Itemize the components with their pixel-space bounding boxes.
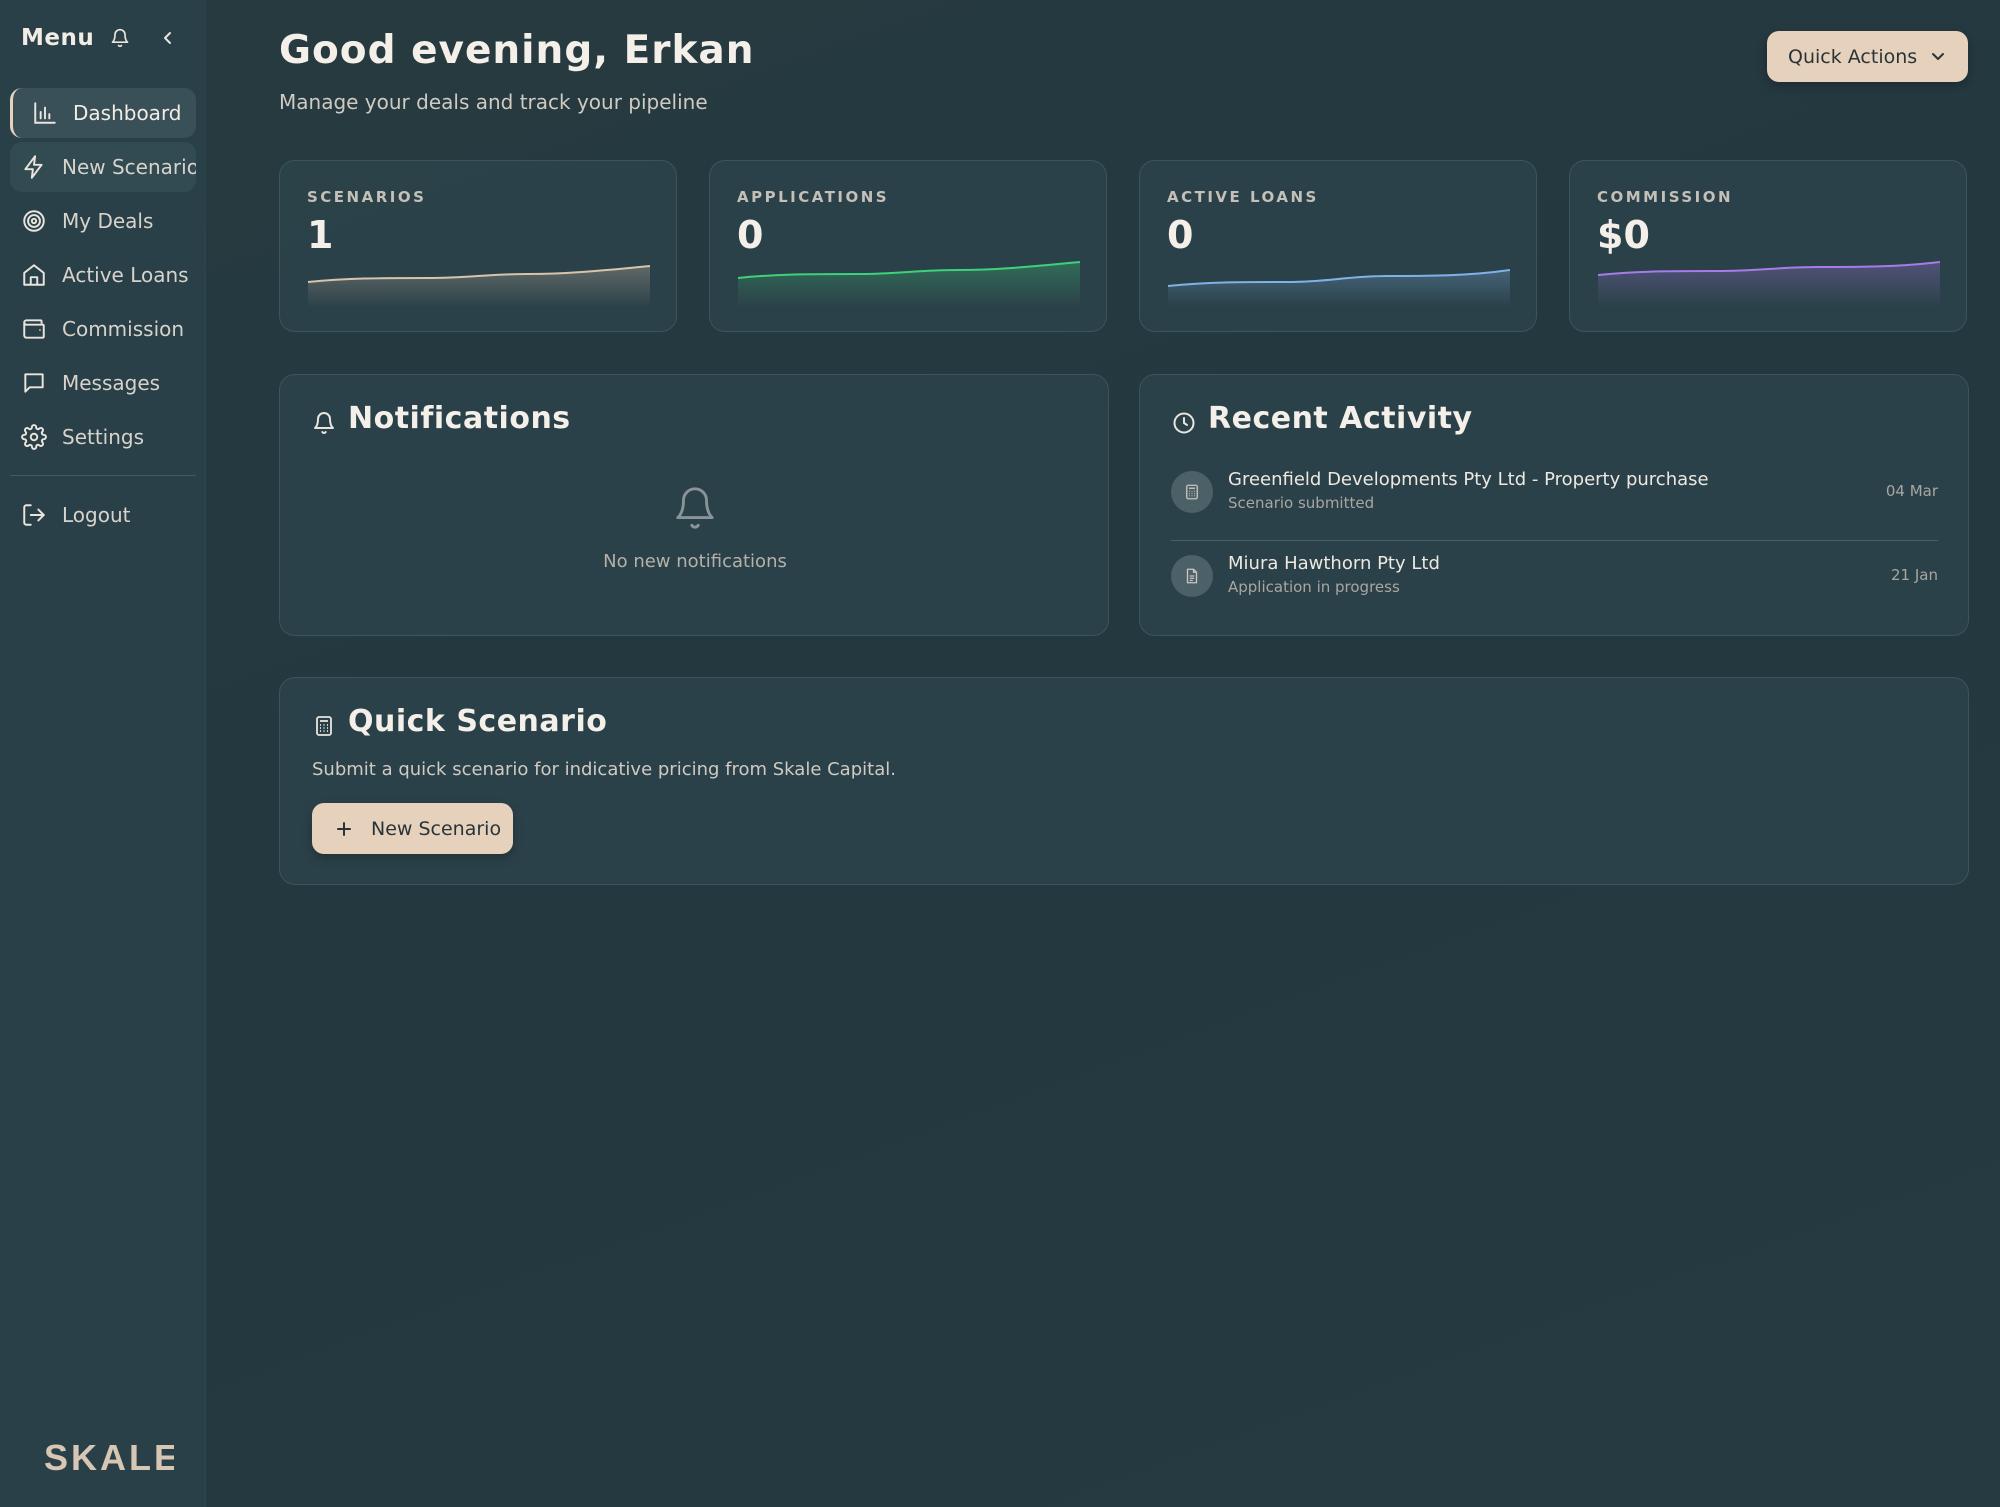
sidebar-item-settings[interactable]: Settings <box>10 412 196 462</box>
collapse-chevron-icon[interactable] <box>160 27 176 49</box>
plus-icon <box>335 820 353 838</box>
quick-scenario-panel: Quick Scenario Submit a quick scenario f… <box>279 677 1969 885</box>
sidebar-item-label: Commission <box>62 317 185 341</box>
page-title: Good evening, Erkan <box>279 28 755 73</box>
quick-scenario-title: Quick Scenario <box>348 704 608 739</box>
lightning-icon <box>21 154 47 180</box>
new-scenario-button[interactable]: New Scenario <box>312 803 513 854</box>
stat-value: 0 <box>1167 213 1194 257</box>
sidebar-item-my-deals[interactable]: My Deals <box>10 196 196 246</box>
logout-button[interactable]: Logout <box>10 490 196 540</box>
sidebar-item-messages[interactable]: Messages <box>10 358 196 408</box>
activity-item[interactable]: Miura Hawthorn Pty Ltd Application in pr… <box>1171 549 1938 615</box>
calculator-icon <box>312 714 336 738</box>
sparkline <box>1168 269 1510 307</box>
svg-text:SKALE: SKALE <box>44 1437 174 1478</box>
sidebar-nav: Dashboard New Scenario My Deals Active L… <box>10 88 196 544</box>
quick-scenario-description: Submit a quick scenario for indicative p… <box>312 759 896 780</box>
empty-bell-icon <box>672 483 718 533</box>
sidebar-header: Menu <box>21 22 181 54</box>
stat-card-commission[interactable]: COMMISSION $0 <box>1569 160 1967 332</box>
stat-value: 0 <box>737 213 764 257</box>
recent-activity-panel: Recent Activity Greenfield Developments … <box>1139 374 1969 636</box>
stat-label: APPLICATIONS <box>737 188 890 206</box>
bar-chart-icon <box>32 100 58 126</box>
gear-icon <box>21 424 47 450</box>
sidebar-item-active-loans[interactable]: Active Loans <box>10 250 196 300</box>
activity-date: 04 Mar <box>1885 482 1938 500</box>
stat-label: COMMISSION <box>1597 188 1734 206</box>
sidebar-item-label: My Deals <box>62 209 154 233</box>
clock-icon <box>1172 411 1196 435</box>
logout-icon <box>21 502 47 528</box>
message-icon <box>21 370 47 396</box>
quick-actions-button[interactable]: Quick Actions <box>1767 31 1968 82</box>
stat-card-active-loans[interactable]: ACTIVE LOANS 0 <box>1139 160 1537 332</box>
stat-card-applications[interactable]: APPLICATIONS 0 <box>709 160 1107 332</box>
page-subtitle: Manage your deals and track your pipelin… <box>279 90 708 114</box>
skale-logo: SKALE <box>44 1437 178 1479</box>
document-icon <box>1171 555 1213 597</box>
stat-label: SCENARIOS <box>307 188 427 206</box>
sidebar-item-dashboard[interactable]: Dashboard <box>10 88 196 138</box>
stat-value: $0 <box>1597 213 1650 257</box>
stat-label: ACTIVE LOANS <box>1167 188 1319 206</box>
activity-date: 21 Jan <box>1891 566 1938 584</box>
chevron-down-icon <box>1930 48 1946 64</box>
sidebar-item-label: Active Loans <box>62 263 189 287</box>
wallet-icon <box>21 316 47 342</box>
sidebar-title: Menu <box>21 25 95 51</box>
stat-value: 1 <box>307 213 334 257</box>
sidebar: Menu Dashboard New Scenario My Deals Act… <box>0 0 206 1507</box>
sidebar-item-label: Dashboard <box>73 101 182 125</box>
sidebar-item-label: New Scenario <box>62 155 196 179</box>
empty-state-text: No new notifications <box>603 551 787 572</box>
target-icon <box>21 208 47 234</box>
calculator-icon <box>1171 471 1213 513</box>
stat-card-scenarios[interactable]: SCENARIOS 1 <box>279 160 677 332</box>
home-icon <box>21 262 47 288</box>
notifications-panel: Notifications No new notifications <box>279 374 1109 636</box>
activity-item[interactable]: Greenfield Developments Pty Ltd - Proper… <box>1171 465 1938 541</box>
sidebar-item-commission[interactable]: Commission <box>10 304 196 354</box>
sparkline <box>308 265 650 307</box>
sparkline <box>1598 261 1940 307</box>
sidebar-item-new-scenario[interactable]: New Scenario <box>10 142 196 192</box>
quick-actions-label: Quick Actions <box>1788 45 1918 68</box>
notifications-title: Notifications <box>348 401 571 436</box>
recent-activity-title: Recent Activity <box>1208 401 1473 436</box>
sidebar-divider <box>10 475 196 476</box>
new-scenario-label: New Scenario <box>371 817 502 840</box>
activity-subtitle: Scenario submitted <box>1228 494 1375 512</box>
logout-label: Logout <box>62 503 131 527</box>
activity-title: Miura Hawthorn Pty Ltd <box>1228 553 1440 574</box>
activity-subtitle: Application in progress <box>1228 578 1400 596</box>
activity-title: Greenfield Developments Pty Ltd - Proper… <box>1228 469 1709 490</box>
bell-icon[interactable] <box>110 27 130 49</box>
sidebar-item-label: Messages <box>62 371 161 395</box>
sidebar-item-label: Settings <box>62 425 145 449</box>
bell-icon <box>312 411 336 435</box>
main-content: Good evening, Erkan Manage your deals an… <box>206 0 2000 1507</box>
sparkline <box>738 261 1080 307</box>
